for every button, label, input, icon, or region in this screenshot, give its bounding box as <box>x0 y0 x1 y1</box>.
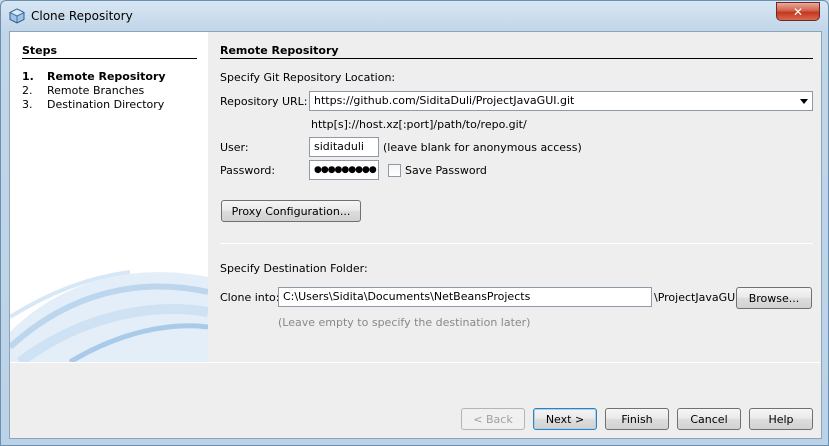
steps-divider <box>22 58 197 59</box>
clone-into-suffix: \ProjectJavaGUI <box>654 291 739 304</box>
user-field[interactable]: siditaduli <box>309 137 379 157</box>
clone-into-value: C:\Users\Sidita\Documents\NetBeansProjec… <box>283 290 531 303</box>
clone-into-hint: (Leave empty to specify the destination … <box>278 316 531 329</box>
step-remote-branches: 2. Remote Branches <box>22 84 144 97</box>
finish-button[interactable]: Finish <box>605 408 669 430</box>
button-bar-separator <box>10 362 821 363</box>
user-value: siditaduli <box>314 140 364 153</box>
user-hint: (leave blank for anonymous access) <box>383 141 582 154</box>
specify-destination-label: Specify Destination Folder: <box>220 262 368 275</box>
repository-url-label: Repository URL: <box>220 95 308 108</box>
dropdown-arrow-icon[interactable] <box>800 99 808 104</box>
password-value: ●●●●●●●●● <box>314 165 377 175</box>
clone-into-field[interactable]: C:\Users\Sidita\Documents\NetBeansProjec… <box>278 287 652 307</box>
step-remote-repository: 1. Remote Repository <box>22 70 166 83</box>
panel-title-divider <box>220 58 813 59</box>
close-button[interactable]: ✕ <box>776 2 820 21</box>
back-button[interactable]: < Back <box>461 408 525 430</box>
save-password-checkbox[interactable] <box>388 164 401 177</box>
step-label: Remote Repository <box>47 70 166 83</box>
proxy-configuration-button[interactable]: Proxy Configuration... <box>221 200 361 222</box>
help-button[interactable]: Help <box>749 408 813 430</box>
close-icon: ✕ <box>792 4 804 19</box>
save-password-label: Save Password <box>405 164 487 177</box>
repository-url-hint: http[s]://host.xz[:port]/path/to/repo.gi… <box>311 118 527 131</box>
step-destination-directory: 3. Destination Directory <box>22 98 164 111</box>
password-field[interactable]: ●●●●●●●●● <box>309 160 379 180</box>
step-number: 1. <box>22 70 34 83</box>
dialog-body: Steps 1. Remote Repository 2. Remote Branc… <box>9 31 822 439</box>
wizard-content-pane: Remote Repository Specify Git Repository… <box>208 32 821 362</box>
cancel-button[interactable]: Cancel <box>677 408 741 430</box>
title-bar[interactable]: Clone Repository ✕ <box>1 1 828 31</box>
dialog-window: Clone Repository ✕ Steps 1. Remote Reposi… <box>0 0 829 446</box>
password-label: Password: <box>220 164 276 177</box>
steps-pane: Steps 1. Remote Repository 2. Remote Branc… <box>10 32 208 362</box>
repository-url-combobox[interactable]: https://github.com/SiditaDuli/ProjectJav… <box>309 91 813 111</box>
specify-location-label: Specify Git Repository Location: <box>220 71 396 84</box>
step-number: 3. <box>22 98 33 111</box>
user-label: User: <box>220 141 249 154</box>
repository-url-value: https://github.com/SiditaDuli/ProjectJav… <box>314 94 575 107</box>
next-button[interactable]: Next > <box>533 408 597 430</box>
window-title: Clone Repository <box>31 9 133 23</box>
section-separator <box>220 243 813 244</box>
decorative-swoosh-graphic <box>10 270 208 362</box>
netbeans-cube-icon <box>9 8 25 24</box>
steps-heading: Steps <box>22 44 58 57</box>
step-label: Destination Directory <box>47 98 165 111</box>
step-label: Remote Branches <box>47 84 145 97</box>
browse-button[interactable]: Browse... <box>736 287 812 309</box>
step-number: 2. <box>22 84 33 97</box>
clone-into-label: Clone into: <box>220 291 280 304</box>
panel-title: Remote Repository <box>220 44 339 57</box>
